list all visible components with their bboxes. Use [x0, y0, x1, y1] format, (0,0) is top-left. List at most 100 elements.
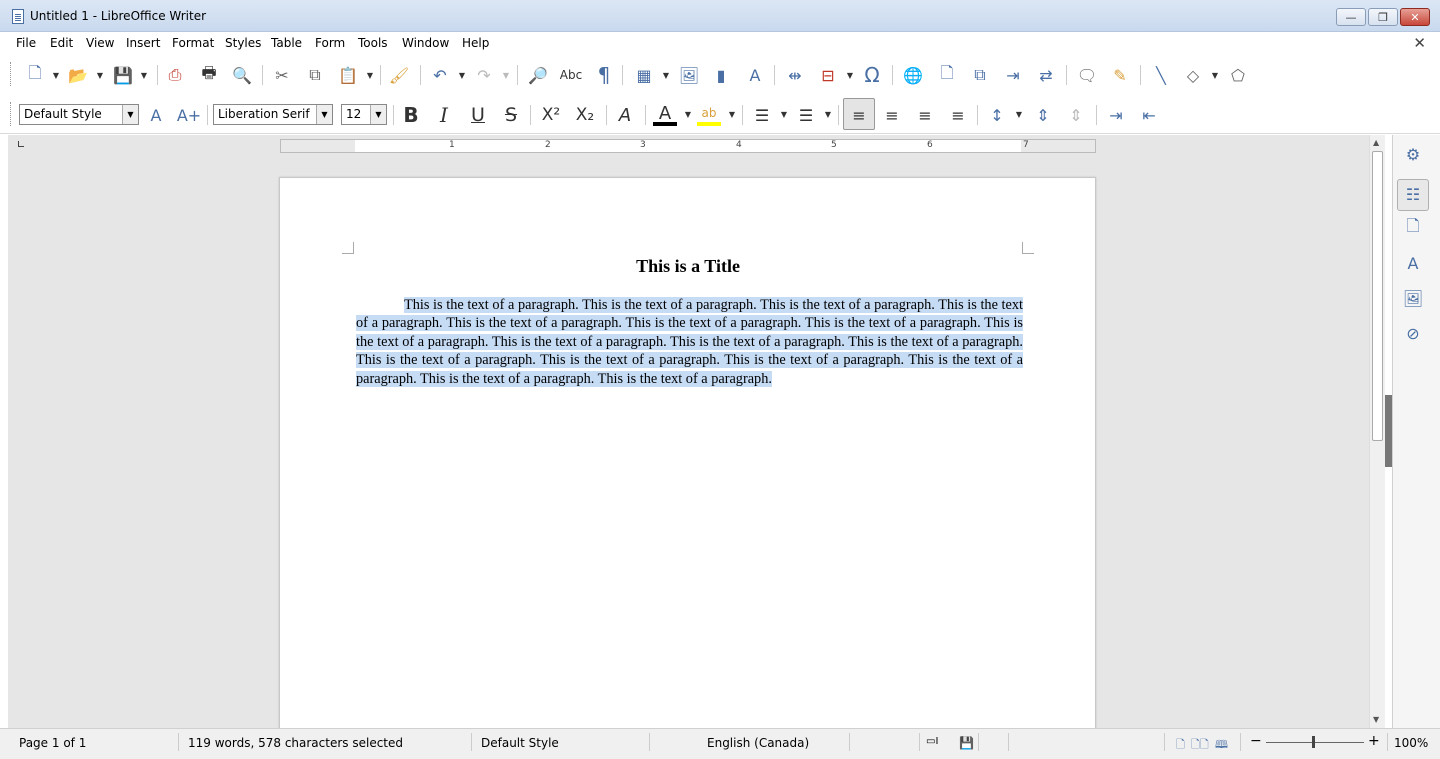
- align-right-icon[interactable]: ≡: [914, 104, 936, 126]
- new-document-icon[interactable]: 🗋: [24, 63, 46, 86]
- sidebar-collapse-handle[interactable]: [1385, 395, 1392, 467]
- line-spacing-icon[interactable]: ↕: [986, 104, 1008, 126]
- page-style[interactable]: Default Style: [481, 736, 559, 750]
- bullet-list-icon[interactable]: ☰: [751, 104, 773, 126]
- insert-table-icon[interactable]: ▦: [633, 64, 655, 86]
- menu-edit[interactable]: Edit: [50, 36, 73, 50]
- sidebar-styles-icon[interactable]: A: [1402, 252, 1424, 274]
- new-dropdown-icon[interactable]: ▼: [52, 71, 60, 80]
- multi-page-view-icon[interactable]: 🗋🗋: [1191, 736, 1209, 755]
- menu-styles[interactable]: Styles: [225, 36, 261, 50]
- scroll-up-icon[interactable]: ▲: [1373, 138, 1379, 147]
- formatting-marks-icon[interactable]: ¶: [593, 63, 615, 87]
- toolbar-grip[interactable]: [10, 102, 13, 126]
- underline-icon[interactable]: U: [467, 104, 489, 126]
- justify-icon[interactable]: ≡: [947, 104, 969, 126]
- print-preview-icon[interactable]: 🔍: [231, 64, 253, 86]
- chevron-down-icon[interactable]: ▼: [122, 105, 138, 124]
- open-folder-icon[interactable]: 📂: [67, 64, 89, 86]
- paragraph-text[interactable]: This is the text of a paragraph. This is…: [356, 297, 1023, 387]
- sidebar-gallery-icon[interactable]: 🖼: [1402, 287, 1424, 309]
- numbering-dropdown-icon[interactable]: ▼: [824, 110, 832, 119]
- export-pdf-icon[interactable]: ⎙: [164, 64, 186, 86]
- redo-dropdown-icon[interactable]: ▼: [502, 71, 510, 80]
- font-color-dropdown-icon[interactable]: ▼: [684, 110, 692, 119]
- toolbar-grip[interactable]: [10, 62, 13, 86]
- strikethrough-icon[interactable]: S: [500, 104, 522, 126]
- scrollbar-thumb[interactable]: [1372, 151, 1383, 441]
- shapes-dropdown-icon[interactable]: ▼: [1211, 71, 1219, 80]
- comment-icon[interactable]: 🗨: [1076, 64, 1098, 86]
- hyperlink-icon[interactable]: 🌐: [902, 64, 924, 86]
- print-icon[interactable]: 🖶: [198, 63, 220, 86]
- document-title[interactable]: This is a Title: [280, 256, 1096, 277]
- document-page[interactable]: This is a Title This is the text of a pa…: [279, 177, 1096, 728]
- zoom-out-icon[interactable]: −: [1250, 733, 1262, 749]
- basic-shapes-icon[interactable]: ◇: [1182, 64, 1204, 86]
- chevron-down-icon[interactable]: ▼: [370, 105, 386, 124]
- table-dropdown-icon[interactable]: ▼: [662, 71, 670, 80]
- menu-form[interactable]: Form: [315, 36, 345, 50]
- align-center-icon[interactable]: ≡: [881, 104, 903, 126]
- save-dropdown-icon[interactable]: ▼: [140, 71, 148, 80]
- insert-field-icon[interactable]: ⊟: [817, 64, 839, 86]
- align-left-icon[interactable]: ≡: [848, 104, 870, 126]
- cut-icon[interactable]: ✂: [271, 64, 293, 86]
- highlight-dropdown-icon[interactable]: ▼: [728, 110, 736, 119]
- insert-textbox-icon[interactable]: A: [744, 64, 766, 86]
- footnote-icon[interactable]: 🗋: [936, 63, 958, 86]
- save-icon[interactable]: 💾: [112, 64, 134, 86]
- special-character-icon[interactable]: Ω: [861, 63, 883, 87]
- bullet-dropdown-icon[interactable]: ▼: [780, 110, 788, 119]
- menu-tools[interactable]: Tools: [358, 36, 388, 50]
- decrease-indent-icon[interactable]: ⇤: [1138, 104, 1160, 126]
- language[interactable]: English (Canada): [707, 736, 809, 750]
- page-count[interactable]: Page 1 of 1: [19, 736, 86, 750]
- field-dropdown-icon[interactable]: ▼: [846, 71, 854, 80]
- menu-format[interactable]: Format: [172, 36, 214, 50]
- clear-formatting-icon[interactable]: A: [614, 104, 636, 126]
- menu-view[interactable]: View: [86, 36, 114, 50]
- zoom-in-icon[interactable]: +: [1368, 733, 1380, 749]
- close-document-icon[interactable]: ✕: [1413, 34, 1426, 52]
- menu-window[interactable]: Window: [402, 36, 449, 50]
- highlight-icon[interactable]: ab: [698, 102, 720, 124]
- endnote-icon[interactable]: ⧉: [969, 64, 991, 86]
- track-changes-icon[interactable]: ✎: [1109, 64, 1131, 86]
- insert-mode-icon[interactable]: ▭I: [926, 736, 938, 747]
- sidebar-navigator-icon[interactable]: ⊘: [1402, 322, 1424, 344]
- document-modified-icon[interactable]: 💾: [959, 736, 974, 750]
- vertical-scrollbar[interactable]: ▲ ▼: [1369, 135, 1385, 728]
- close-window-button[interactable]: ✕: [1400, 8, 1430, 26]
- superscript-icon[interactable]: X²: [540, 104, 562, 126]
- spelling-icon[interactable]: Abc: [560, 64, 582, 86]
- insert-chart-icon[interactable]: ▮: [710, 64, 732, 86]
- sidebar-settings-icon[interactable]: ⚙: [1402, 143, 1424, 165]
- menu-table[interactable]: Table: [271, 36, 302, 50]
- subscript-icon[interactable]: X₂: [574, 104, 596, 126]
- cross-reference-icon[interactable]: ⇄: [1035, 64, 1057, 86]
- chevron-down-icon[interactable]: ▼: [316, 105, 332, 124]
- font-color-icon[interactable]: A: [654, 102, 676, 124]
- font-size-combo[interactable]: 12 ▼: [341, 104, 387, 125]
- book-view-icon[interactable]: 🕮: [1215, 736, 1228, 755]
- italic-icon[interactable]: I: [433, 103, 455, 127]
- line-icon[interactable]: ╲: [1150, 64, 1172, 86]
- word-count[interactable]: 119 words, 578 characters selected: [188, 736, 403, 750]
- single-page-view-icon[interactable]: 🗋: [1176, 736, 1185, 755]
- horizontal-ruler[interactable]: 1 2 3 4 5 6 7: [280, 139, 1096, 153]
- redo-icon[interactable]: ↷: [473, 64, 495, 86]
- numbered-list-icon[interactable]: ☰: [795, 104, 817, 126]
- paste-icon[interactable]: 📋: [337, 64, 359, 86]
- zoom-slider-thumb[interactable]: [1312, 736, 1315, 748]
- update-style-icon[interactable]: A: [145, 104, 167, 126]
- copy-icon[interactable]: ⧉: [304, 64, 326, 86]
- insert-image-icon[interactable]: 🖼: [678, 64, 700, 86]
- scroll-down-icon[interactable]: ▼: [1373, 715, 1379, 724]
- maximize-button[interactable]: ❐: [1368, 8, 1398, 26]
- sidebar-page-icon[interactable]: 🗋: [1402, 216, 1424, 239]
- find-replace-icon[interactable]: 🔎: [527, 64, 549, 86]
- clone-formatting-icon[interactable]: 🖌: [388, 64, 410, 86]
- line-spacing-dropdown-icon[interactable]: ▼: [1015, 110, 1023, 119]
- new-style-icon[interactable]: A+: [177, 104, 201, 126]
